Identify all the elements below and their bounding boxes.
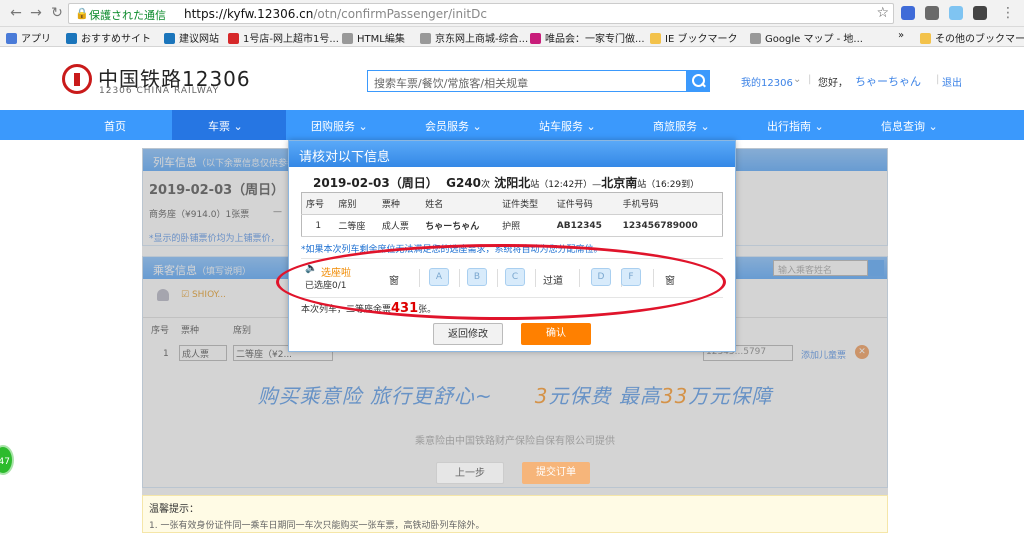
railway-logo-icon [62,64,92,94]
annotation-oval [276,244,726,320]
nav-group[interactable]: 团购服务 ⌄ [311,118,368,134]
cell-name: ちゃーちゃん [421,214,499,237]
logo-subtitle: 12306 CHINA RAILWAY [99,86,220,96]
bookmark[interactable]: Google マップ - 地... [750,30,863,45]
dialog-title: 请核对以下信息 [289,141,735,167]
browser-toolbar: ← → ↻ 🔒 保護された通信 https://kyfw.12306.cn/ot… [0,0,1024,27]
main-nav [0,110,1024,140]
nav-info[interactable]: 信息查询 ⌄ [881,118,938,134]
extension-icon[interactable] [901,6,915,20]
bookmark[interactable]: アプリ [6,30,51,45]
th-ticket: 票种 [377,192,422,215]
extension-icon[interactable] [925,6,939,20]
greeting-text: 您好， [818,78,848,89]
th-id-type: 证件类型 [498,192,553,215]
divider: | [936,74,940,85]
back-icon[interactable]: ← [8,5,24,21]
bookmark[interactable]: 京东网上商城-综合... [420,30,528,45]
secure-label: 保護された通信 [89,9,166,22]
site-search-input[interactable]: 搜索车票/餐饮/常旅客/相关规章 [367,70,687,92]
divider: | [808,74,812,85]
bookmark[interactable]: HTML編集 [342,30,405,45]
tips-box: 温馨提示： 1. 一张有效身份证件同一乘车日期同一车次只能购买一张车票，高铁动卧列… [142,495,888,533]
train-summary: 2019-02-03（周日） G240次 沈阳北站（12:42开）—北京南站（1… [313,176,700,190]
nav-tickets[interactable]: 车票 ⌄ [208,118,243,134]
cell-phone: 123456789000 [618,214,723,237]
side-badge[interactable]: 47 [0,445,14,475]
search-icon[interactable] [686,70,710,92]
tips-line: 1. 一张有效身份证件同一乘车日期同一车次只能购买一张车票，高铁动卧列车除外。 [149,521,485,531]
bookmark[interactable]: 1号店-网上超市1号... [228,30,339,45]
extension-icon[interactable] [973,6,987,20]
lock-icon: 🔒 [75,7,89,20]
th-phone: 手机号码 [618,192,723,215]
th-name: 姓名 [421,192,499,215]
nav-member[interactable]: 会员服务 ⌄ [425,118,482,134]
star-icon[interactable]: ☆ [876,5,889,21]
bookmark[interactable]: 建议网站 [164,30,219,45]
confirm-button[interactable]: 确认 [521,323,591,345]
cell-id-no: AB12345 [552,214,619,237]
reload-icon[interactable]: ↻ [49,5,65,21]
passenger-confirm-table: 序号 席别 票种 姓名 证件类型 证件号码 手机号码 1 二等座 成人票 ちゃー… [301,192,723,237]
bookmark[interactable]: 唯品会：一家专门做... [530,30,645,45]
url-text: https://kyfw.12306.cn/otn/confirmPasseng… [184,7,487,21]
username-link[interactable]: ちゃーちゃん [855,73,921,89]
prev-step-button[interactable]: 上一步 [436,462,504,484]
forward-icon[interactable]: → [28,5,44,21]
logout-link[interactable]: 退出 [942,74,962,89]
cell-index: 1 [301,214,335,237]
cell-id-type: 护照 [498,214,553,237]
back-edit-button[interactable]: 返回修改 [433,323,503,345]
my12306-link[interactable]: 我的12306 [741,74,793,89]
menu-icon[interactable]: ⋮ [1000,5,1016,21]
address-bar[interactable]: 🔒 保護された通信 https://kyfw.12306.cn/otn/conf… [68,3,894,24]
cell-ticket: 成人票 [377,214,422,237]
bookmark-overflow[interactable]: » [898,30,904,41]
url-path: /otn/confirmPassenger/initDc [313,7,487,21]
nav-guide[interactable]: 出行指南 ⌄ [767,118,824,134]
submit-order-button[interactable]: 提交订单 [522,462,590,484]
nav-home[interactable]: 首页 [104,118,126,134]
bookmarks-bar: アプリ おすすめサイト 建议网站 1号店-网上超市1号... HTML編集 京东… [0,27,1024,47]
bookmark[interactable]: おすすめサイト [66,30,151,45]
th-index: 序号 [301,192,335,215]
th-seat: 席别 [334,192,378,215]
extension-icon[interactable] [949,6,963,20]
nav-station[interactable]: 站车服务 ⌄ [539,118,596,134]
url-host: https://kyfw.12306.cn [184,7,314,21]
bookmark[interactable]: その他のブックマーク [920,30,1024,45]
nav-business[interactable]: 商旅服务 ⌄ [653,118,710,134]
cell-seat: 二等座 [334,214,378,237]
tips-title: 温馨提示： [149,504,199,515]
th-id-no: 证件号码 [552,192,619,215]
bookmark[interactable]: IE ブックマーク [650,30,737,45]
chevron-down-icon[interactable]: ⌄ [793,74,801,85]
